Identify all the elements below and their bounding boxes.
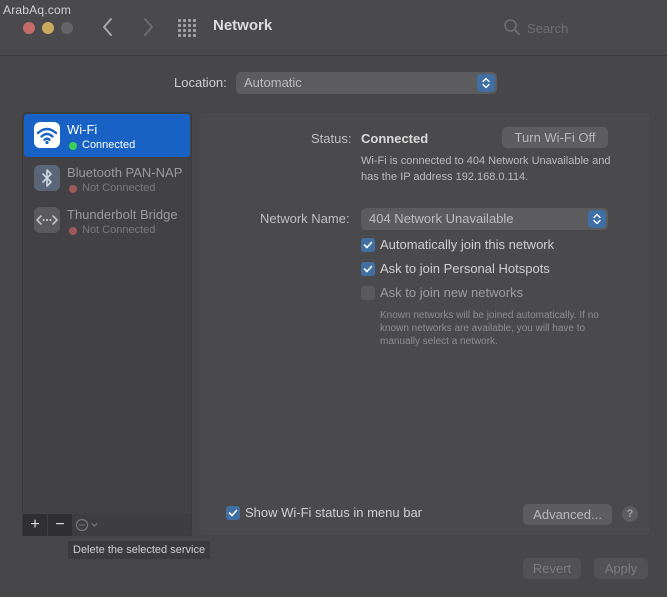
location-label: Location: <box>174 75 227 90</box>
location-value: Automatic <box>244 75 302 90</box>
network-stepper-icon <box>588 210 606 228</box>
status-description: Wi-Fi is connected to 404 Network Unavai… <box>361 155 611 183</box>
remove-service-button[interactable]: − <box>48 514 72 536</box>
revert-button[interactable]: Revert <box>523 558 581 579</box>
turn-wifi-off-button[interactable]: Turn Wi-Fi Off <box>502 127 608 148</box>
status-dot-icon <box>69 142 77 150</box>
new-networks-checkbox[interactable] <box>361 286 375 300</box>
status-label: Status: <box>311 131 352 146</box>
location-stepper-icon <box>477 74 495 92</box>
service-name: Bluetooth PAN-NAP <box>67 165 183 180</box>
status-dot-icon <box>69 185 77 193</box>
close-window-button[interactable] <box>23 22 35 34</box>
minimize-window-button[interactable] <box>42 22 54 34</box>
service-status: Not Connected <box>82 224 156 236</box>
show-status-checkbox[interactable] <box>226 506 240 520</box>
apply-button[interactable]: Apply <box>594 558 648 579</box>
location-select[interactable]: Automatic <box>236 72 497 94</box>
service-status: Not Connected <box>82 182 156 194</box>
thunderbolt-bridge-icon <box>34 207 60 233</box>
forward-button[interactable] <box>137 14 159 40</box>
window-title: Network <box>213 17 273 34</box>
tooltip: Delete the selected service <box>68 541 211 559</box>
zoom-window-button[interactable] <box>61 22 73 34</box>
personal-hotspot-label: Ask to join Personal Hotspots <box>380 261 550 276</box>
title-bar: Network <box>0 0 667 56</box>
network-name-label: Network Name: <box>260 211 350 226</box>
action-menu-button[interactable] <box>73 517 103 533</box>
search-field[interactable] <box>497 14 655 42</box>
search-input[interactable] <box>527 19 647 37</box>
service-name: Thunderbolt Bridge <box>67 207 178 222</box>
service-list-toolbar: + − <box>22 514 192 536</box>
service-item-bluetooth-pan[interactable]: Bluetooth PAN-NAP Not Connected <box>24 157 190 200</box>
auto-join-label: Automatically join this network <box>380 237 555 252</box>
personal-hotspot-checkbox[interactable] <box>361 262 375 276</box>
search-icon <box>503 18 521 36</box>
service-item-wifi[interactable]: Wi-Fi Connected <box>24 114 190 157</box>
wifi-icon <box>34 122 60 148</box>
new-networks-label: Ask to join new networks <box>380 285 524 300</box>
service-list: Wi-Fi Connected Bluetooth PAN-NAP Not Co… <box>22 112 192 516</box>
bluetooth-icon <box>34 165 60 191</box>
service-name: Wi-Fi <box>67 122 98 137</box>
network-name-select[interactable]: 404 Network Unavailable <box>361 208 608 230</box>
advanced-button[interactable]: Advanced... <box>523 504 612 525</box>
status-value: Connected <box>361 131 429 146</box>
back-button[interactable] <box>97 14 119 40</box>
known-networks-note: Known networks will be joined automatica… <box>380 310 599 347</box>
add-service-button[interactable]: + <box>23 514 47 536</box>
service-item-thunderbolt-bridge[interactable]: Thunderbolt Bridge Not Connected <box>24 199 190 242</box>
help-icon[interactable]: ? <box>622 506 638 522</box>
status-dot-icon <box>69 227 77 235</box>
show-status-label: Show Wi-Fi status in menu bar <box>245 505 423 520</box>
auto-join-checkbox[interactable] <box>361 238 375 252</box>
watermark-text: ArabAq.com <box>3 3 72 17</box>
service-status: Connected <box>82 139 136 151</box>
network-name-value: 404 Network Unavailable <box>369 211 514 226</box>
show-all-grid-icon[interactable] <box>178 19 196 37</box>
